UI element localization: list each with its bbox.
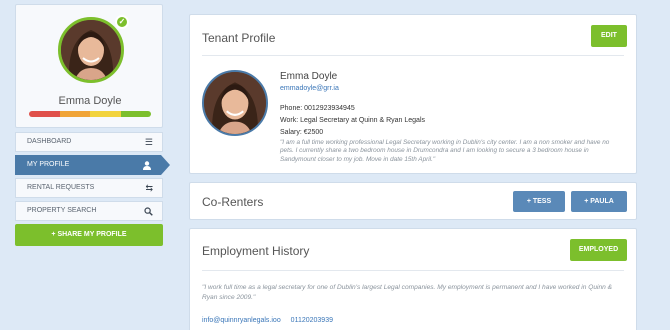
profile-card: ✓ Emma Doyle	[15, 4, 163, 128]
tenant-phone: Phone: 0012923934945	[280, 105, 355, 112]
avatar	[202, 70, 268, 136]
completeness-segment	[120, 111, 151, 117]
sidebar-item-label: DASHBOARD	[27, 138, 72, 145]
avatar-photo	[61, 20, 121, 80]
tenant-work: Work: Legal Secretary at Quinn & Ryan Le…	[280, 117, 426, 124]
sidebar-item-label: RENTAL REQUESTS	[27, 184, 95, 191]
tenant-profile-panel: Tenant Profile EDIT Emma Doyle emmadoyle…	[189, 14, 637, 174]
panel-title: Co-Renters	[202, 195, 264, 209]
profile-name: Emma Doyle	[58, 95, 122, 107]
user-icon	[143, 156, 151, 176]
employment-history-panel: Employment History EMPLOYED "I work full…	[189, 228, 637, 330]
checkmark-icon: ✓	[115, 15, 129, 29]
sidebar-item-rental-requests[interactable]: RENTAL REQUESTS ⇆	[15, 178, 163, 198]
sidebar-nav: DASHBOARD ☰ MY PROFILE RENTAL REQUESTS ⇆…	[15, 132, 170, 224]
employer-phone[interactable]: 01120203939	[291, 317, 333, 324]
share-profile-button[interactable]: + SHARE MY PROFILE	[15, 224, 163, 246]
panel-title: Employment History	[202, 244, 310, 258]
completeness-segment	[59, 111, 90, 117]
sidebar-item-label: MY PROFILE	[27, 161, 70, 168]
employed-status-badge[interactable]: EMPLOYED	[570, 239, 627, 261]
employment-contact: info@quinnryanlegals.ioo 01120203939	[202, 317, 341, 324]
panel-title: Tenant Profile	[202, 31, 276, 45]
menu-icon: ☰	[144, 137, 153, 147]
profile-completeness-bar	[29, 111, 151, 117]
sidebar-item-my-profile[interactable]: MY PROFILE	[15, 155, 170, 176]
employer-email-link[interactable]: info@quinnryanlegals.ioo	[202, 317, 281, 324]
sidebar: ✓ Emma Doyle DASHBOARD ☰ MY PROFILE RENT…	[15, 4, 170, 330]
sidebar-item-dashboard[interactable]: DASHBOARD ☰	[15, 132, 163, 152]
avatar[interactable]	[58, 17, 124, 83]
completeness-segment	[90, 111, 121, 117]
tenant-email-link[interactable]: emmadoyle@grr.ia	[280, 85, 339, 92]
tenant-bio: "I am a full time working professional L…	[280, 139, 610, 163]
co-renters-panel: Co-Renters + TESS + PAULA	[189, 182, 637, 220]
completeness-segment	[29, 111, 60, 117]
tenant-name: Emma Doyle	[280, 71, 338, 82]
search-icon	[144, 202, 153, 222]
tenant-salary: Salary: €2500	[280, 129, 324, 136]
divider	[202, 55, 624, 56]
edit-button[interactable]: EDIT	[591, 25, 627, 47]
avatar-photo	[204, 72, 266, 134]
divider	[202, 270, 624, 271]
employment-quote: "I work full time as a legal secretary f…	[202, 284, 613, 301]
co-renter-paula-button[interactable]: + PAULA	[571, 191, 627, 212]
sidebar-item-property-search[interactable]: PROPERTY SEARCH	[15, 201, 163, 221]
co-renter-tess-button[interactable]: + TESS	[513, 191, 565, 212]
sidebar-item-label: PROPERTY SEARCH	[27, 207, 97, 214]
sliders-icon: ⇆	[145, 183, 153, 193]
